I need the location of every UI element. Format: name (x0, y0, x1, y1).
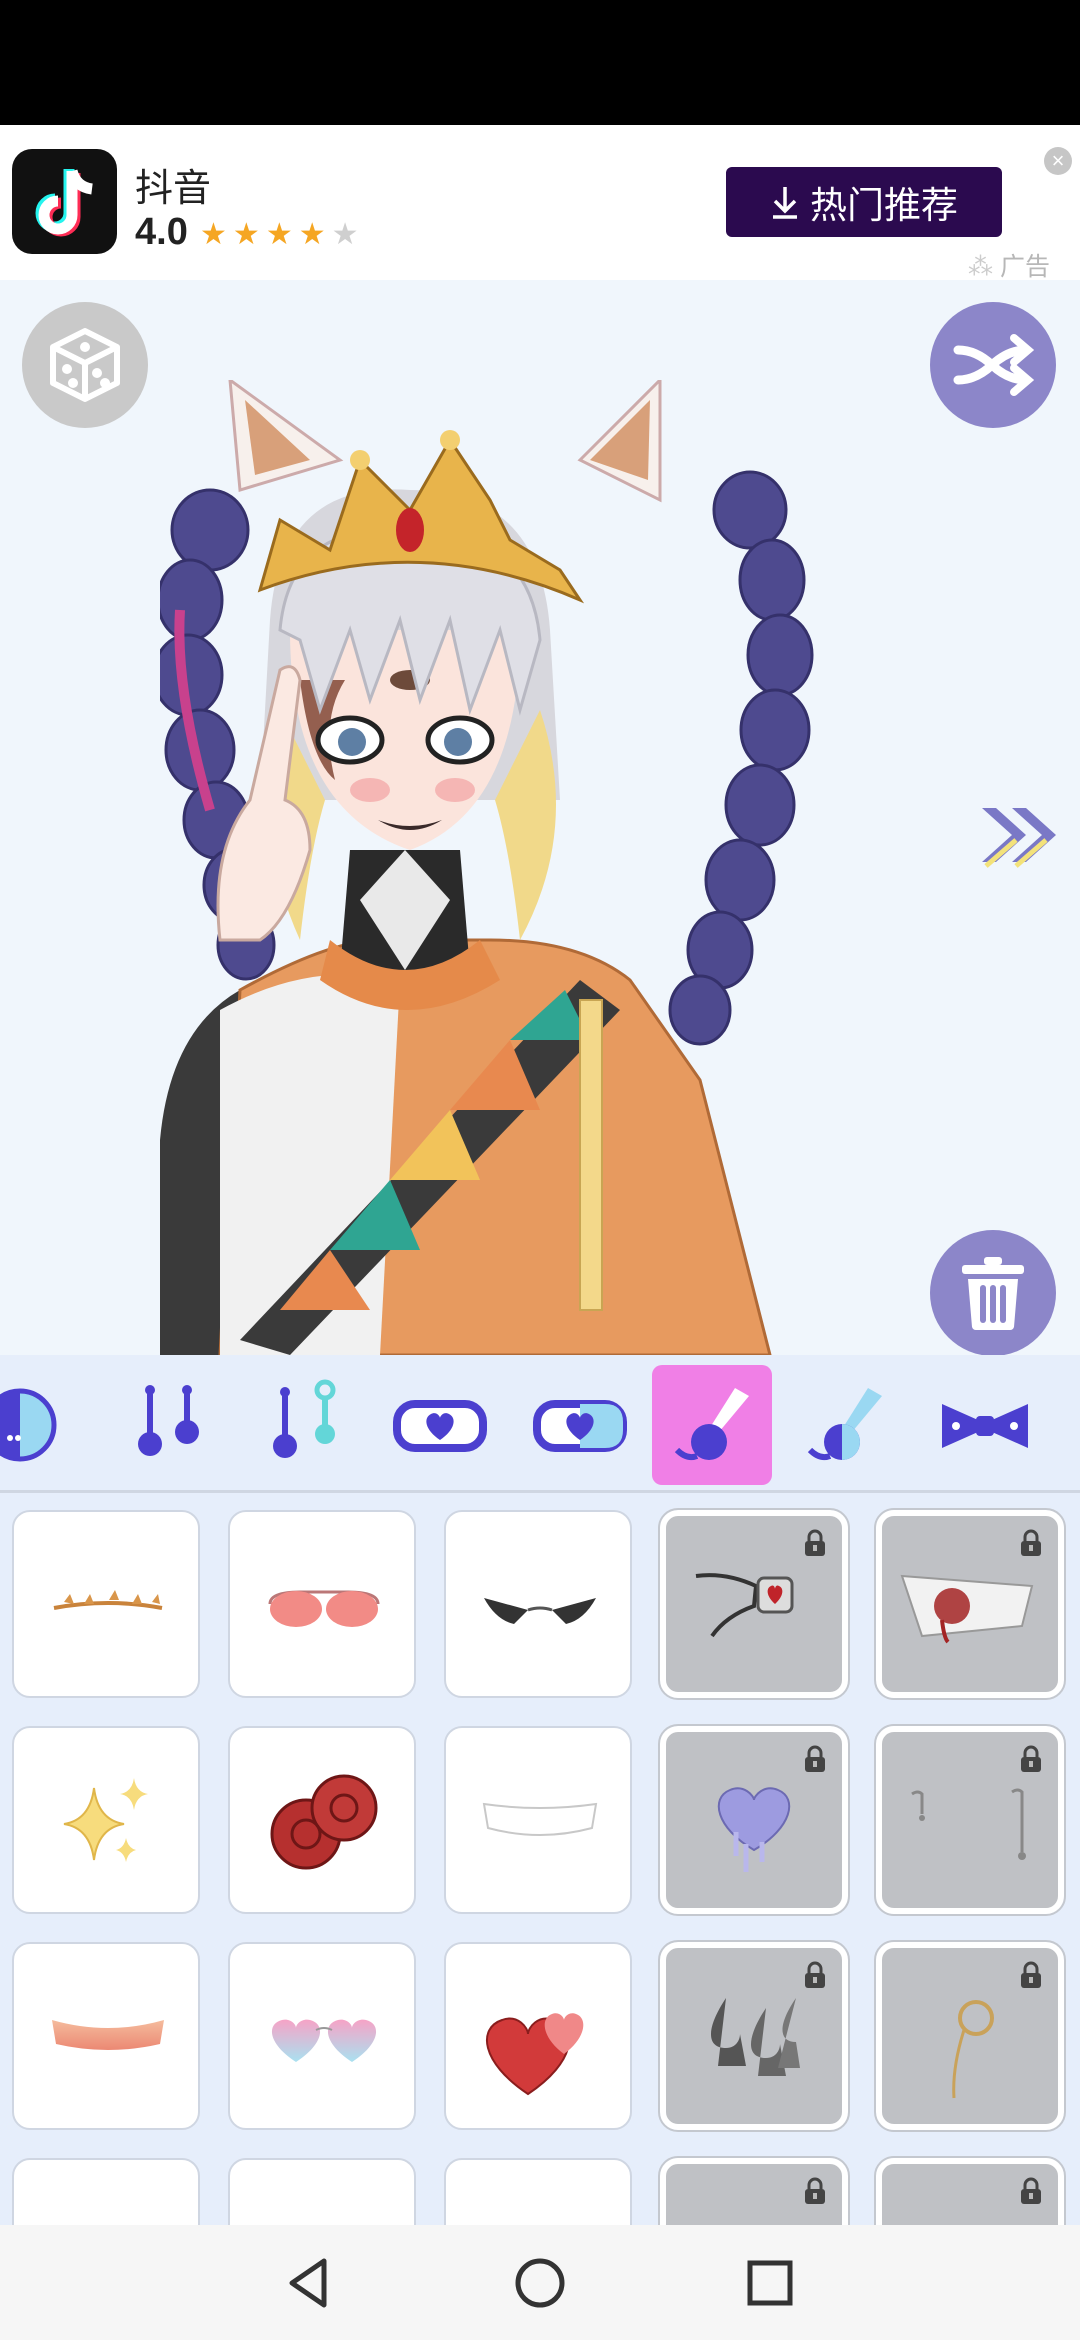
ad-rating: 4.0 (135, 211, 188, 253)
douyin-logo-icon[interactable] (12, 149, 117, 254)
item-19[interactable] (658, 2156, 850, 2225)
lock-icon (805, 1529, 825, 1556)
item-grid (0, 1493, 1080, 2225)
item-sparkles[interactable] (12, 1726, 200, 1914)
heart-mask-color-icon (533, 1400, 627, 1452)
item-18[interactable] (444, 2158, 632, 2225)
earring-mixed-icon (273, 1379, 336, 1458)
download-icon (773, 187, 797, 219)
lock-icon (1021, 2177, 1041, 2204)
item-spades[interactable] (658, 1940, 850, 2132)
shuffle-icon (953, 334, 1034, 396)
double-chevron-right-icon[interactable] (976, 800, 1066, 875)
back-triangle-icon[interactable] (280, 2253, 340, 2313)
character-stage (0, 280, 1080, 1355)
bow-icon (942, 1404, 1028, 1448)
tab-heart-mask-color[interactable] (520, 1365, 640, 1485)
item-white-mask[interactable] (444, 1726, 632, 1914)
item-dripping-heart[interactable] (658, 1724, 850, 1916)
lock-icon (805, 2177, 825, 2204)
item-16[interactable] (12, 2158, 200, 2225)
item-red-hearts[interactable] (444, 1942, 632, 2130)
heart-mask-icon (393, 1400, 487, 1452)
item-pink-sunglasses[interactable] (228, 1510, 416, 1698)
star-icon: ★ (265, 218, 299, 251)
item-red-roses[interactable] (228, 1726, 416, 1914)
item-drip-earrings[interactable] (874, 1724, 1066, 1916)
tab-earrings[interactable] (110, 1365, 230, 1485)
tab-earrings-color[interactable] (245, 1365, 365, 1485)
tab-heart-mask[interactable] (380, 1365, 500, 1485)
lock-icon (805, 1961, 825, 1988)
star-icon: ★ (232, 218, 266, 251)
item-ruby-necklace[interactable] (658, 1508, 850, 1700)
close-icon[interactable]: × (1044, 147, 1072, 175)
tab-bow[interactable] (925, 1365, 1045, 1485)
item-heart-glasses[interactable] (228, 1942, 416, 2130)
item-20[interactable] (874, 2156, 1066, 2225)
lock-icon (1021, 1961, 1041, 1988)
trash-icon (962, 1257, 1024, 1330)
ad-app-name[interactable]: 抖音 (135, 157, 211, 212)
star-icon: ★ (200, 218, 233, 251)
tab-brush-color[interactable] (785, 1365, 905, 1485)
ad-label: ⁂ 广告 (968, 253, 1050, 281)
star-empty-icon: ★ (331, 218, 365, 251)
item-monocle[interactable] (874, 1940, 1066, 2132)
ad-cta-button[interactable]: 热门推荐 (726, 167, 1002, 237)
system-navbar (0, 2225, 1080, 2340)
category-tabbar (0, 1355, 1080, 1493)
skin-tone-icon (0, 1388, 57, 1462)
item-leaf-crown[interactable] (12, 1510, 200, 1698)
brush-icon (674, 1388, 749, 1461)
item-blush[interactable] (12, 1942, 200, 2130)
dice-icon (50, 328, 120, 402)
random-dice-button[interactable] (22, 302, 148, 428)
earring-pair-icon (138, 1385, 199, 1456)
lock-icon (1021, 1529, 1041, 1556)
item-black-cat-eye-glasses[interactable] (444, 1510, 632, 1698)
lock-icon (805, 1745, 825, 1772)
star-icon: ★ (298, 218, 332, 251)
brush-color-icon (807, 1388, 882, 1461)
recents-square-icon[interactable] (740, 2253, 800, 2313)
tab-skin-tone[interactable] (0, 1365, 80, 1485)
shuffle-button[interactable] (930, 302, 1056, 428)
ad-banner[interactable]: 抖音 4.0 ★★★★★ 热门推荐 × ⁂ 广告 (0, 125, 1080, 281)
rating-stars: ★★★★★ (200, 217, 365, 252)
ad-cta-label: 热门推荐 (810, 185, 958, 226)
status-bar (0, 0, 1080, 125)
character-avatar (160, 380, 814, 1355)
item-bloody-bandage[interactable] (874, 1508, 1066, 1700)
lock-icon (1021, 1745, 1041, 1772)
home-circle-icon[interactable] (510, 2253, 570, 2313)
delete-button[interactable] (930, 1230, 1056, 1355)
item-17[interactable] (228, 2158, 416, 2225)
tab-brush[interactable] (652, 1365, 772, 1485)
